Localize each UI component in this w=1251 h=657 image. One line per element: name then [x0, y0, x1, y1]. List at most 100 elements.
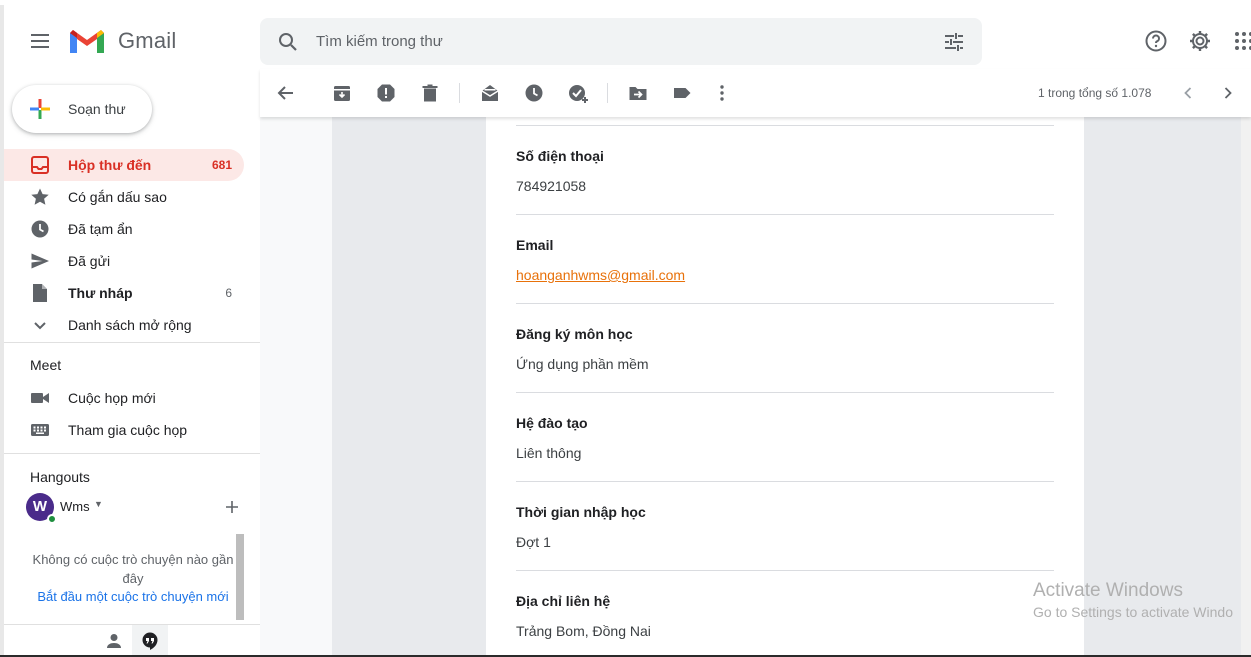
sidebar-item-sent[interactable]: Đã gửi	[4, 245, 244, 277]
divider	[516, 214, 1054, 215]
top-bar: Gmail	[0, 0, 1251, 69]
sidebar-item-snoozed[interactable]: Đã tạm ẩn	[4, 213, 244, 245]
hangouts-icon	[142, 632, 158, 650]
divider	[4, 453, 260, 454]
field-value: Đợt 1	[516, 534, 551, 550]
help-icon[interactable]	[1144, 29, 1168, 53]
more-vert-icon[interactable]	[712, 83, 732, 103]
add-task-icon[interactable]	[568, 83, 588, 103]
field-label: Đăng ký môn học	[516, 326, 633, 342]
no-recent-chats-text: Không có cuộc trò chuyện nào gần đây	[32, 552, 234, 586]
sidebar-item-label: Đã gửi	[68, 253, 111, 269]
field-label: Thời gian nhập học	[516, 504, 646, 520]
clock-icon	[31, 220, 49, 238]
app-title: Gmail	[118, 28, 177, 53]
sidebar: Soạn thư Hộp thư đến 681 Có gắn dấu sao …	[4, 69, 260, 657]
sidebar-item-label: Danh sách mở rộng	[68, 317, 192, 333]
divider	[516, 303, 1054, 304]
email-margin-left	[332, 117, 486, 657]
field-label: Số điện thoại	[516, 148, 604, 164]
search-icon[interactable]	[276, 30, 300, 54]
message-toolbar: 1 trong tổng số 1.078	[260, 69, 1251, 117]
chevron-down-icon	[34, 322, 46, 330]
field-label: Email	[516, 237, 554, 253]
draft-count: 6	[225, 286, 232, 300]
field-value: Trảng Bom, Đồng Nai	[516, 623, 651, 639]
sidebar-item-inbox[interactable]: Hộp thư đến 681	[4, 149, 244, 181]
sidebar-item-label: Đã tạm ẩn	[68, 221, 133, 237]
gmail-logo-icon	[70, 30, 104, 53]
meet-title: Meet	[30, 357, 62, 373]
settings-icon[interactable]	[1188, 29, 1212, 53]
apps-icon[interactable]	[1232, 29, 1251, 53]
chevron-left-icon[interactable]	[1178, 83, 1198, 103]
field-training-type: Hệ đào tạo Liên thông	[516, 415, 1054, 461]
menu-icon[interactable]	[28, 29, 52, 53]
sidebar-item-label: Có gắn dấu sao	[68, 189, 167, 205]
divider	[516, 481, 1054, 482]
hangouts-user-name: Wms	[60, 499, 90, 514]
video-icon	[31, 393, 49, 403]
archive-icon[interactable]	[332, 83, 352, 103]
toolbar-divider	[607, 83, 608, 103]
sidebar-item-drafts[interactable]: Thư nháp 6	[4, 277, 244, 309]
field-value: 784921058	[516, 178, 587, 194]
caret-down-icon[interactable]: ▼	[94, 499, 103, 509]
divider	[516, 570, 1054, 571]
draft-icon	[33, 284, 47, 302]
label-icon[interactable]	[672, 83, 692, 103]
divider	[516, 125, 1054, 126]
field-address: Địa chỉ liên hệ Trảng Bom, Đồng Nai	[516, 593, 1054, 639]
snooze-icon[interactable]	[524, 83, 544, 103]
divider	[516, 392, 1054, 393]
tune-icon[interactable]	[942, 30, 966, 54]
chevron-right-icon[interactable]	[1218, 83, 1238, 103]
search-bar	[260, 18, 982, 65]
meet-new-meeting[interactable]: Cuộc họp mới	[4, 382, 244, 414]
field-phone: Số điện thoại 784921058	[516, 148, 1054, 194]
field-value: Ứng dụng phần mềm	[516, 356, 649, 372]
sidebar-item-label: Tham gia cuộc họp	[68, 422, 188, 438]
mark-unread-icon[interactable]	[480, 83, 500, 103]
star-icon	[31, 188, 49, 205]
hangouts-title: Hangouts	[30, 469, 90, 485]
sidebar-item-label: Hộp thư đến	[68, 157, 152, 173]
scrollbar[interactable]	[1241, 117, 1251, 657]
add-icon[interactable]	[220, 495, 244, 519]
pagination-text: 1 trong tổng số 1.078	[1038, 86, 1152, 100]
sidebar-footer	[4, 624, 260, 657]
sidebar-item-starred[interactable]: Có gắn dấu sao	[4, 181, 244, 213]
field-email: Email hoanganhwms@gmail.com	[516, 237, 1054, 283]
sidebar-item-label: Thư nháp	[68, 285, 133, 301]
move-to-icon[interactable]	[628, 83, 648, 103]
sidebar-item-more[interactable]: Danh sách mở rộng	[4, 309, 244, 341]
sidebar-item-label: Cuộc họp mới	[68, 390, 156, 406]
email-body: Số điện thoại 784921058 Email hoanganhwm…	[486, 117, 1084, 657]
scrollbar[interactable]	[236, 534, 244, 620]
email-margin-right	[1084, 117, 1251, 657]
email-link[interactable]: hoanganhwms@gmail.com	[516, 267, 1054, 283]
person-icon[interactable]	[104, 631, 124, 651]
report-spam-icon[interactable]	[376, 83, 396, 103]
plus-icon	[30, 99, 50, 119]
hangouts-tab[interactable]	[132, 625, 168, 657]
search-input[interactable]	[316, 26, 916, 56]
inbox-icon	[31, 156, 49, 174]
meet-join-meeting[interactable]: Tham gia cuộc họp	[4, 414, 244, 446]
keyboard-icon	[31, 424, 49, 436]
compose-label: Soạn thư	[68, 101, 126, 117]
divider	[4, 342, 260, 343]
compose-button[interactable]: Soạn thư	[12, 85, 152, 133]
watermark-title: Activate Windows	[1033, 580, 1183, 601]
start-new-chat-link[interactable]: Bắt đầu một cuộc trò chuyện mới	[30, 589, 236, 604]
message-content-area: Số điện thoại 784921058 Email hoanganhwm…	[260, 117, 1251, 657]
field-label: Địa chỉ liên hệ	[516, 593, 611, 609]
hangouts-user[interactable]: W Wms ▼	[26, 493, 246, 524]
online-status-dot	[47, 514, 57, 524]
toolbar-divider	[459, 83, 460, 103]
delete-icon[interactable]	[420, 83, 440, 103]
field-enrollment-time: Thời gian nhập học Đợt 1	[516, 504, 1054, 550]
back-arrow-icon[interactable]	[276, 83, 296, 103]
watermark-subtitle: Go to Settings to activate Windo	[1033, 604, 1233, 620]
gmail-logo[interactable]: Gmail	[68, 27, 176, 55]
